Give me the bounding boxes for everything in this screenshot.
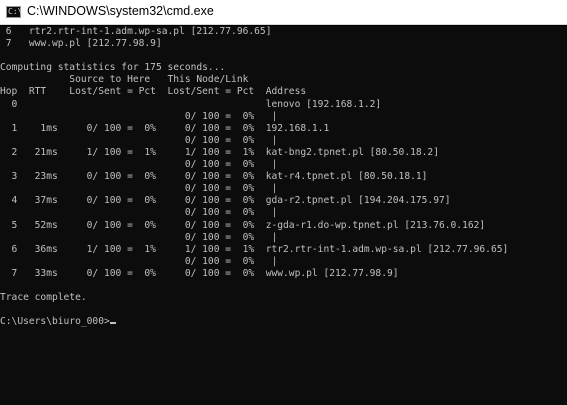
console-line: 0/ 100 = 0% | <box>0 231 278 243</box>
console-line: 2 21ms 1/ 100 = 1% 1/ 100 = 1% kat-bng2.… <box>0 146 439 158</box>
console-line: 6 36ms 1/ 100 = 1% 1/ 100 = 1% rtr2.rtr-… <box>0 243 509 255</box>
console-line: 0/ 100 = 0% | <box>0 207 278 219</box>
console-line: Hop RTT Lost/Sent = Pct Lost/Sent = Pct … <box>0 86 307 98</box>
cmd-icon: C:\ <box>6 6 23 18</box>
console-line: 4 37ms 0/ 100 = 0% 0/ 100 = 0% gda-r2.tp… <box>0 195 451 207</box>
window-title: C:\WINDOWS\system32\cmd.exe <box>27 4 214 18</box>
console-line: 3 23ms 0/ 100 = 0% 0/ 100 = 0% kat-r4.tp… <box>0 171 428 183</box>
console-line: 0/ 100 = 0% | <box>0 159 278 171</box>
console-line: 6 rtr2.rtr-int-1.adm.wp-sa.pl [212.77.96… <box>0 26 272 37</box>
console-line: 5 52ms 0/ 100 = 0% 0/ 100 = 0% z-gda-r1.… <box>0 219 486 231</box>
console-line: Trace complete. <box>0 292 87 304</box>
console-line: 0 lenovo [192.168.1.2] <box>0 98 382 110</box>
title-bar[interactable]: C:\ C:\WINDOWS\system32\cmd.exe <box>0 0 567 25</box>
prompt-line[interactable]: C:\Users\biuro_000> <box>0 316 567 328</box>
console-output-area[interactable]: 6 rtr2.rtr-int-1.adm.wp-sa.pl [212.77.96… <box>0 26 567 405</box>
console-line: Computing statistics for 175 seconds... <box>0 62 226 74</box>
console-line: 0/ 100 = 0% | <box>0 255 278 267</box>
console-line: 7 www.wp.pl [212.77.98.9] <box>0 38 162 50</box>
console-line: 0/ 100 = 0% | <box>0 134 278 146</box>
command-prompt: C:\Users\biuro_000> <box>0 316 110 328</box>
console-line: Source to Here This Node/Link <box>0 74 249 86</box>
console-line: 7 33ms 0/ 100 = 0% 0/ 100 = 0% www.wp.pl… <box>0 267 399 279</box>
console-output: 6 rtr2.rtr-int-1.adm.wp-sa.pl [212.77.96… <box>0 26 567 316</box>
text-cursor <box>109 322 116 325</box>
console-line: 0/ 100 = 0% | <box>0 110 278 122</box>
console-line: 0/ 100 = 0% | <box>0 183 278 195</box>
console-line: 1 1ms 0/ 100 = 0% 0/ 100 = 0% 192.168.1.… <box>0 122 330 134</box>
